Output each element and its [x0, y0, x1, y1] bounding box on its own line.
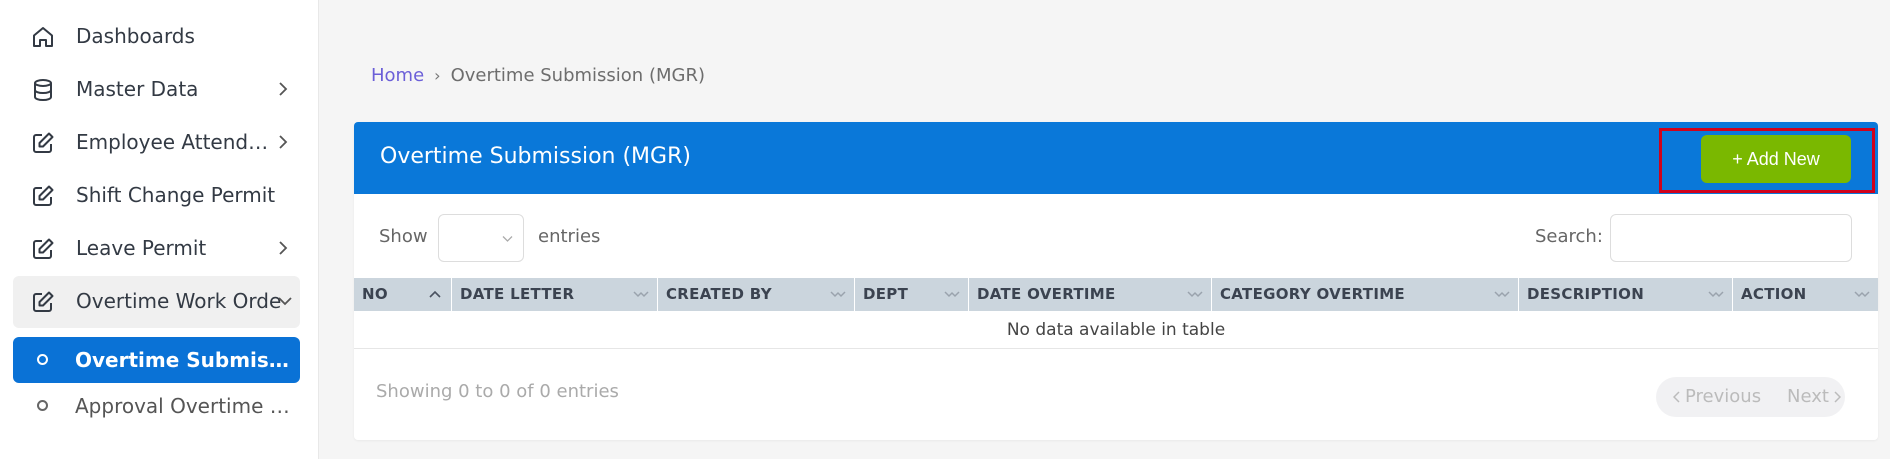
sidebar-item-employee-attendance[interactable]: Employee Attendance — [13, 117, 300, 169]
sidebar-item-label: Employee Attendance — [76, 130, 276, 154]
bullet-circle-icon — [37, 400, 48, 411]
breadcrumb-separator: › — [434, 66, 441, 85]
table-empty-row: No data available in table — [354, 311, 1878, 349]
sidebar-item-leave-permit[interactable]: Leave Permit — [13, 223, 300, 275]
sort-icon — [1494, 288, 1510, 300]
sort-icon — [830, 288, 846, 300]
breadcrumb-home-link[interactable]: Home — [371, 65, 424, 86]
edit-icon — [31, 131, 55, 155]
sidebar-item-label: Master Data — [76, 77, 199, 101]
chevron-left-icon — [1673, 390, 1680, 403]
table-info: Showing 0 to 0 of 0 entries — [376, 381, 619, 402]
sidebar-subitem-label: Overtime Submission (MGR) — [75, 348, 290, 372]
sort-icon — [633, 288, 649, 300]
card-header: Overtime Submission (MGR) + Add New — [354, 122, 1878, 194]
overtime-card: Overtime Submission (MGR) + Add New Show… — [354, 122, 1878, 440]
column-header-date-overtime[interactable]: DATE OVERTIME — [969, 278, 1212, 311]
sidebar-item-label: Shift Change Permit — [76, 183, 276, 207]
column-header-description[interactable]: DESCRIPTION — [1519, 278, 1733, 311]
column-header-created-by[interactable]: CREATED BY — [658, 278, 855, 311]
column-header-no[interactable]: NO — [354, 278, 452, 311]
home-icon — [31, 25, 55, 49]
column-header-category-overtime[interactable]: CATEGORY OVERTIME — [1212, 278, 1519, 311]
sidebar-item-dashboards[interactable]: Dashboards — [13, 11, 300, 63]
next-label: Next — [1787, 386, 1829, 407]
column-header-action[interactable]: ACTION — [1733, 278, 1878, 311]
column-header-label: DESCRIPTION — [1527, 285, 1645, 303]
next-button[interactable]: Next — [1787, 386, 1841, 407]
chevron-down-icon — [502, 236, 513, 242]
breadcrumb: Home › Overtime Submission (MGR) — [371, 65, 705, 86]
column-header-label: CREATED BY — [666, 285, 772, 303]
sidebar-item-label: Dashboards — [76, 24, 195, 48]
bullet-circle-icon — [37, 354, 48, 365]
column-header-date-letter[interactable]: DATE LETTER — [452, 278, 658, 311]
previous-label: Previous — [1685, 386, 1762, 407]
chevron-right-icon — [274, 133, 292, 151]
entries-select[interactable] — [438, 214, 524, 262]
show-label: Show — [379, 226, 428, 247]
pagination: Previous Next — [1656, 377, 1845, 417]
sidebar-subitem-overtime-submission[interactable]: Overtime Submission (MGR) — [13, 337, 300, 383]
page-title: Overtime Submission (MGR) — [380, 144, 691, 169]
sidebar-item-overtime-work-order[interactable]: Overtime Work Order — [13, 276, 300, 328]
chevron-down-icon — [276, 292, 294, 310]
sidebar-subitem-approval-overtime[interactable]: Approval Overtime (MGR) — [13, 383, 300, 429]
column-header-dept[interactable]: DEPT — [855, 278, 969, 311]
sidebar: Dashboards Master Data Employee Attendan… — [0, 0, 319, 459]
breadcrumb-current: Overtime Submission (MGR) — [450, 65, 705, 86]
column-header-label: DEPT — [863, 285, 909, 303]
column-header-label: CATEGORY OVERTIME — [1220, 285, 1405, 303]
sidebar-item-label: Overtime Work Order — [76, 289, 281, 313]
column-header-label: DATE OVERTIME — [977, 285, 1116, 303]
column-header-label: DATE LETTER — [460, 285, 575, 303]
sort-icon — [1708, 288, 1724, 300]
entries-label: entries — [538, 226, 601, 247]
sidebar-item-master-data[interactable]: Master Data — [13, 64, 300, 116]
sort-icon — [1854, 288, 1870, 300]
column-header-label: ACTION — [1741, 285, 1807, 303]
edit-icon — [31, 237, 55, 261]
edit-icon — [31, 290, 55, 314]
edit-icon — [31, 184, 55, 208]
previous-button[interactable]: Previous — [1673, 386, 1761, 407]
chevron-right-icon — [274, 80, 292, 98]
database-icon — [31, 78, 55, 102]
add-new-button[interactable]: + Add New — [1701, 135, 1851, 183]
sort-icon — [944, 288, 960, 300]
sidebar-subitem-label: Approval Overtime (MGR) — [75, 394, 290, 418]
sort-icon — [1187, 288, 1203, 300]
chevron-right-icon — [1834, 390, 1841, 403]
search-input[interactable] — [1610, 214, 1852, 262]
column-header-label: NO — [362, 285, 388, 303]
sidebar-item-shift-change-permit[interactable]: Shift Change Permit — [13, 170, 300, 222]
table-header: NO DATE LETTER CREATED BY DEPT DATE OVER… — [354, 278, 1878, 311]
sidebar-item-label: Leave Permit — [76, 236, 207, 260]
chevron-right-icon — [274, 239, 292, 257]
sort-asc-icon — [427, 288, 443, 300]
search-label: Search: — [1535, 226, 1603, 247]
